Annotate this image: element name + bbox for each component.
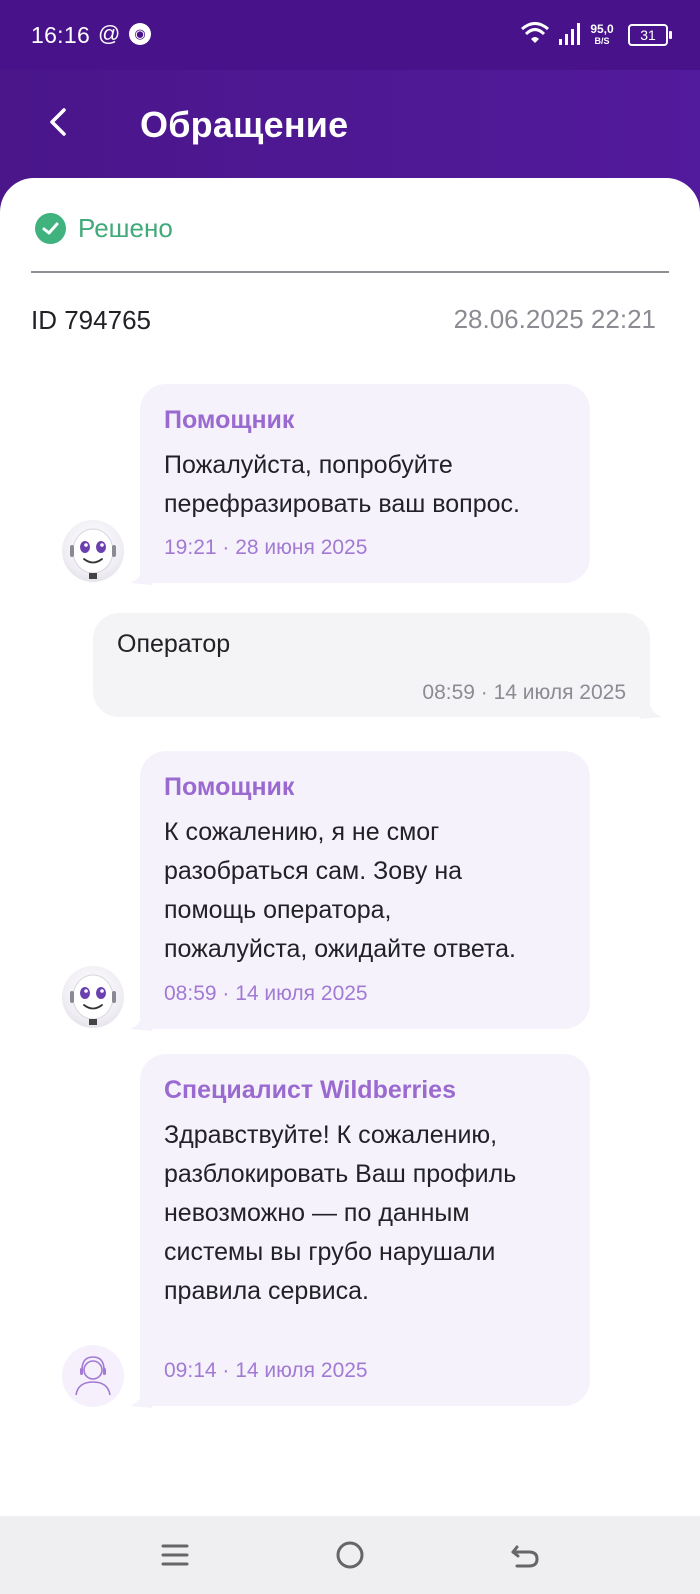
bot-avatar [62,966,124,1028]
message-text: Здравствуйте! К сожалению, разблокироват… [164,1116,516,1311]
robot-icon [70,974,116,1025]
system-nav-bar [0,1516,700,1594]
message-line: К сожалению, я не смог [164,818,440,846]
message-line: разобраться сам. Зову на [164,857,463,885]
message-bubble: Оператор 08:59 · 14 июля 2025 [93,613,650,717]
wifi-icon [521,22,549,43]
message-line: невозможно — по данным [164,1199,470,1227]
person-headset-icon [75,1356,111,1396]
message-bubble: Помощник К сожалению, я не смог разобрат… [140,751,590,1029]
app-notification-icon: ◉ [129,23,151,45]
home-circle-icon[interactable] [330,1535,370,1575]
message-time: 09:14 · 14 июля 2025 [164,1359,368,1382]
ticket-id: ID 794765 [31,305,151,335]
network-speed: 95,0 B/S [587,23,617,47]
message-time: 08:59 · 14 июля 2025 [422,681,626,704]
chevron-left-icon [50,108,66,136]
page-title: Обращение [140,104,349,145]
menu-icon[interactable] [155,1535,195,1575]
bot-avatar [62,520,124,582]
message-bubble: Помощник Пожалуйста, попробуйте перефраз… [140,384,590,583]
message-time: 19:21 · 28 июня 2025 [164,536,368,559]
message-line: помощь оператора, [164,896,392,924]
status-label: Решено [78,212,173,243]
message-author: Помощник [164,773,295,801]
network-speed-value: 95,0 [590,22,614,36]
at-icon: @ [98,21,121,46]
robot-icon [70,528,116,579]
status-time: 16:16 [31,22,91,48]
back-arrow-icon[interactable] [505,1535,545,1575]
message-text: К сожалению, я не смог разобраться сам. … [164,813,516,969]
message-author: Помощник [164,406,295,434]
message-line: перефразировать ваш вопрос. [164,490,520,518]
check-circle-icon [35,212,66,244]
message-line: разблокировать Ваш профиль [164,1160,517,1188]
message-text: Оператор [117,630,231,658]
ticket-status: Решено [35,212,173,244]
message-line: системы вы грубо нарушали [164,1238,496,1266]
network-speed-unit: B/S [594,36,610,46]
message-line: Пожалуйста, попробуйте [164,451,453,479]
signal-icon [559,23,580,45]
divider [31,271,669,273]
battery-icon: 31 [628,24,672,46]
back-button[interactable] [38,100,82,144]
status-bar: 16:16 @ ◉ 95,0 B/S 31 [0,0,700,70]
message-line: пожалуйста, ожидайте ответа. [164,935,516,963]
message-line: правила сервиса. [164,1277,369,1305]
message-time: 08:59 · 14 июля 2025 [164,982,368,1005]
message-text: Пожалуйста, попробуйте перефразировать в… [164,446,520,524]
specialist-avatar [62,1345,124,1407]
message-author: Специалист Wildberries [164,1076,456,1104]
ticket-date: 28.06.2025 22:21 [453,304,656,334]
message-line: Здравствуйте! К сожалению, [164,1121,498,1149]
message-bubble: Специалист Wildberries Здравствуйте! К с… [140,1054,590,1406]
